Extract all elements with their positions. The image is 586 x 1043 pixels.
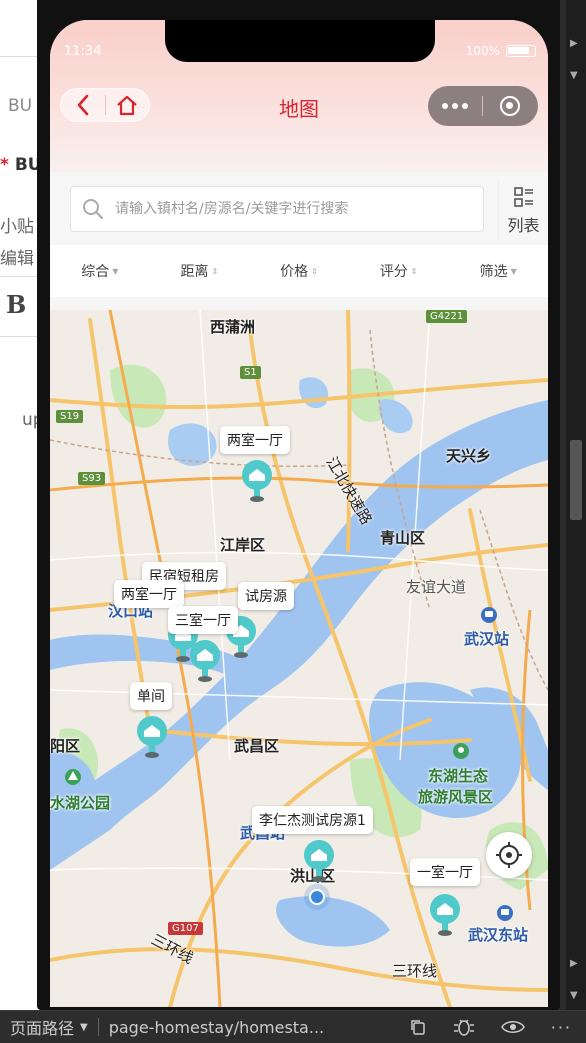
page-path-label[interactable]: 页面路径 <box>10 1015 74 1039</box>
search-row: 列表 <box>50 172 548 244</box>
listing-bubble[interactable]: 李仁杰测试房源1 <box>252 806 373 834</box>
divider <box>97 1018 99 1036</box>
search-icon <box>71 198 115 220</box>
listing-pin[interactable] <box>430 894 460 938</box>
battery-icon <box>506 45 536 57</box>
search-box[interactable] <box>70 186 484 232</box>
phone-simulator: 11:34 100% 地图 请输入镇村名/房源名/关键字进行搜索 列表 综合 ▼… <box>37 0 560 1010</box>
exit-icon <box>500 96 520 116</box>
divider <box>0 276 40 277</box>
battery-percent: 100% <box>465 44 500 58</box>
bottom-toolbar: ··· <box>409 1017 572 1037</box>
listing-pin[interactable] <box>304 840 334 884</box>
more-icon <box>442 103 468 109</box>
road-label: 三环线 <box>392 962 438 980</box>
road-tag: S93 <box>78 472 106 485</box>
listing-pin[interactable] <box>137 716 167 760</box>
place-label: 阳区 <box>50 737 81 755</box>
tab-comprehensive[interactable]: 综合 ▼ <box>50 245 150 297</box>
tab-label: 评分 <box>379 264 408 280</box>
place-label: 西蒲洲 <box>210 318 256 336</box>
sort-icon: ⇕ <box>410 266 418 276</box>
listing-pin[interactable] <box>242 460 272 504</box>
caret-down-icon: ▼ <box>510 266 517 276</box>
right-scroll-strip: ▶ ▼ ▶ ▼ <box>566 0 586 1010</box>
tab-label: 筛选 <box>479 264 508 280</box>
more-button[interactable] <box>428 86 482 126</box>
road-tag: G107 <box>168 922 203 935</box>
editor-text: * BU <box>0 155 42 175</box>
place-label: 武汉站 <box>464 630 510 648</box>
sort-icon: ⇕ <box>211 266 219 276</box>
scroll-right-icon[interactable]: ▶ <box>570 958 578 969</box>
tab-label: 距离 <box>180 264 209 280</box>
ide-bottom-bar: 页面路径 ▼ page-homestay/homesta... ··· <box>0 1010 586 1043</box>
park-icon <box>65 769 81 785</box>
close-miniprogram-button[interactable] <box>483 86 537 126</box>
listing-bubble[interactable]: 三室一厅 <box>168 606 238 634</box>
scrollbar-thumb[interactable] <box>570 440 582 520</box>
scroll-down-icon[interactable]: ▼ <box>570 990 578 1001</box>
place-label: 武昌区 <box>234 737 280 755</box>
bug-icon[interactable] <box>453 1017 475 1037</box>
status-time: 11:34 <box>64 44 102 59</box>
scroll-right-icon[interactable]: ▶ <box>570 38 578 49</box>
caret-down-icon: ▼ <box>112 266 119 276</box>
editor-text: 小贴 <box>0 217 34 237</box>
scroll-down-icon[interactable]: ▼ <box>570 70 578 81</box>
park-icon <box>453 743 469 759</box>
road-tag: S19 <box>56 410 84 423</box>
eye-icon[interactable] <box>500 1019 525 1035</box>
listing-bubble[interactable]: 两室一厅 <box>220 426 290 454</box>
bold-button[interactable]: B <box>6 290 26 319</box>
sort-icon: ⇕ <box>311 266 318 276</box>
editor-text: BU <box>8 96 33 116</box>
tab-filter[interactable]: 筛选 ▼ <box>448 245 548 297</box>
divider <box>0 336 40 337</box>
more-icon[interactable]: ··· <box>551 1018 572 1037</box>
place-label: 江岸区 <box>220 536 266 554</box>
listing-pin[interactable] <box>190 640 220 684</box>
listing-bubble[interactable]: 试房源 <box>238 582 294 610</box>
crosshair-icon <box>496 842 522 868</box>
search-input[interactable] <box>115 201 475 217</box>
map-base <box>50 310 548 1007</box>
phone-screen: 11:34 100% 地图 请输入镇村名/房源名/关键字进行搜索 列表 综合 ▼… <box>50 20 548 1007</box>
copy-icon[interactable] <box>409 1018 427 1036</box>
place-label: 旅游风景区 <box>418 788 494 806</box>
listing-bubble[interactable]: 两室一厅 <box>114 580 184 608</box>
list-icon <box>513 187 533 207</box>
place-label: 天兴乡 <box>446 447 492 465</box>
road-tag: G4221 <box>426 310 468 323</box>
map-view[interactable]: S1 S19 S93 G4221 G107 西蒲洲 天兴乡 江岸区 青山区 友谊… <box>50 310 548 1007</box>
road-tag: S1 <box>240 366 261 379</box>
locate-button[interactable] <box>486 832 532 878</box>
chevron-down-icon[interactable]: ▼ <box>80 1022 88 1033</box>
train-station-icon <box>497 905 513 921</box>
place-label: 友谊大道 <box>406 578 467 596</box>
tab-rating[interactable]: 评分 ⇕ <box>349 245 449 297</box>
page-path-value[interactable]: page-homestay/homesta... <box>109 1018 324 1037</box>
status-battery: 100% <box>466 44 536 58</box>
phone-notch <box>165 20 435 62</box>
place-label: 东湖生态 <box>428 767 489 785</box>
listing-bubble[interactable]: 一室一厅 <box>410 858 480 886</box>
editor-panel: BU * BU 小贴 编辑 B up <box>0 0 44 1010</box>
place-label: 武汉东站 <box>468 926 529 944</box>
tab-distance[interactable]: 距离 ⇕ <box>150 245 250 297</box>
list-view-button[interactable]: 列表 <box>498 180 548 242</box>
filter-tabs: 综合 ▼ 距离 ⇕ 价格 ⇕ 评分 ⇕ 筛选 ▼ <box>50 245 548 297</box>
listing-bubble[interactable]: 单间 <box>130 682 172 710</box>
list-label: 列表 <box>507 216 540 235</box>
divider <box>0 56 40 57</box>
editor-text: 编辑 <box>0 249 34 269</box>
current-location-marker <box>304 884 330 910</box>
tab-label: 价格 <box>280 264 309 280</box>
tab-price[interactable]: 价格 ⇕ <box>249 245 349 297</box>
place-label: 水湖公园 <box>50 794 111 812</box>
train-station-icon <box>481 607 497 623</box>
tab-label: 综合 <box>81 264 110 280</box>
place-label: 青山区 <box>380 529 426 547</box>
miniprogram-capsule <box>428 86 538 126</box>
